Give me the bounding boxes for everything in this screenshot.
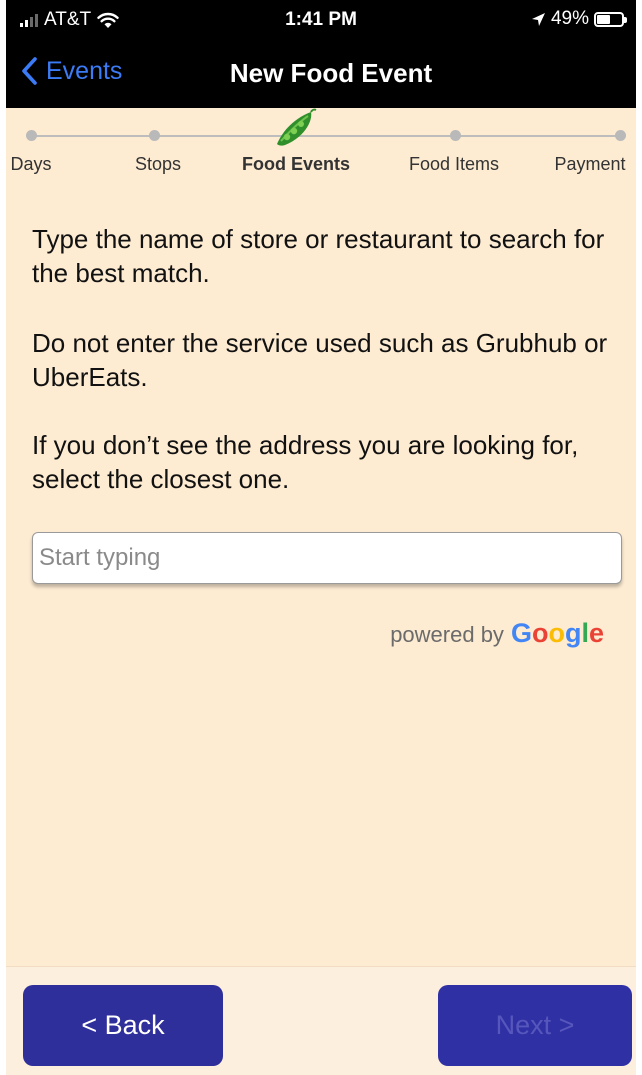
top-bar: AT&T 1:41 PM 49% Events New Food Event <box>6 0 636 108</box>
battery-percent: 49% <box>550 8 589 29</box>
bottom-action-bar: < Back Next > <box>6 966 636 1075</box>
next-button[interactable]: Next > <box>438 985 632 1066</box>
google-logo-letter: l <box>581 618 589 648</box>
battery-fill <box>597 14 610 24</box>
instruction-address-hint: If you don’t see the address you are loo… <box>32 430 579 494</box>
main-content: Days Stops Food Events Food Items Paymen… <box>6 108 636 966</box>
instruction-service-warning: Do not enter the service used such as Gr… <box>32 328 608 392</box>
search-field-container <box>32 532 622 584</box>
google-attribution: powered by Google <box>390 618 604 649</box>
step-label-days: Days <box>10 154 52 174</box>
status-bar: AT&T 1:41 PM 49% <box>6 0 636 40</box>
google-logo: Google <box>511 618 604 649</box>
progress-stepper: Days Stops Food Events Food Items Paymen… <box>6 108 636 188</box>
step-dot-stops <box>149 130 160 141</box>
step-label-payment: Payment <box>554 154 626 174</box>
back-button[interactable]: < Back <box>23 985 223 1066</box>
step-label-stops: Stops <box>134 154 182 174</box>
pea-pod-icon <box>277 108 317 146</box>
place-search-input[interactable] <box>33 533 621 583</box>
step-dot-days <box>26 130 37 141</box>
google-logo-letter: o <box>531 618 549 648</box>
google-logo-letter: g <box>564 618 582 648</box>
page-title: New Food Event <box>229 58 433 88</box>
google-logo-letter: o <box>548 618 565 648</box>
stepper-track <box>32 135 624 137</box>
battery-status: 49% <box>531 8 627 30</box>
google-logo-letter: e <box>588 618 604 648</box>
step-dot-food-items <box>450 130 461 141</box>
instruction-search-hint: Type the name of store or restaurant to … <box>32 224 605 288</box>
location-arrow-icon <box>531 12 545 26</box>
powered-by-label: powered by <box>390 622 504 647</box>
step-label-food-events: Food Events <box>241 154 351 174</box>
navigation-bar: Events New Food Event <box>6 40 636 108</box>
battery-icon <box>594 11 627 27</box>
step-dot-payment <box>615 130 626 141</box>
step-label-food-items: Food Items <box>408 154 500 174</box>
google-logo-letter: G <box>510 618 532 648</box>
